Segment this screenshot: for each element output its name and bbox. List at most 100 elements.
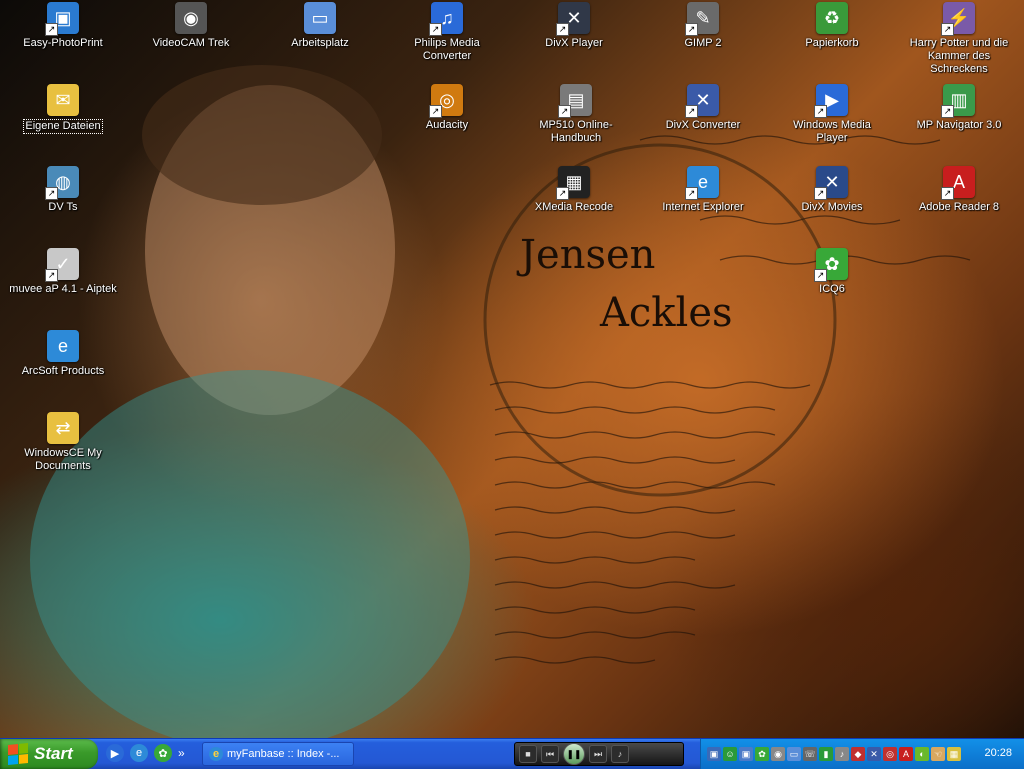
desktop-icon-label: MP510 Online-Handbuch: [539, 119, 613, 144]
game-icon: ⚡ ↗: [941, 2, 975, 36]
desktop-icon-label: ICQ6: [819, 283, 845, 295]
signal-icon[interactable]: ▮: [819, 747, 833, 761]
phone-icon[interactable]: ☏: [803, 747, 817, 761]
desktop-icon[interactable]: ✕ ↗ DivX Converter: [648, 84, 758, 132]
internet-explorer-icon: e ↗: [685, 166, 719, 200]
internet-explorer-icon: e: [47, 330, 79, 362]
desktop-icon[interactable]: ⇄ WindowsCE My Documents: [8, 412, 118, 473]
shortcut-arrow-icon: ↗: [558, 105, 571, 118]
network-icon-2[interactable]: ▣: [739, 747, 753, 761]
desktop-icon-label: Harry Potter und die Kammer des Schrecke…: [909, 37, 1009, 75]
hand-icon[interactable]: ☜: [931, 747, 945, 761]
app-icon[interactable]: ▦: [947, 747, 961, 761]
media-player-icon: ▶ ↗: [814, 84, 848, 118]
desktop-icon[interactable]: ▣ ↗ Easy-PhotoPrint: [8, 2, 118, 50]
clock[interactable]: 20:28: [984, 747, 1012, 759]
security-icon[interactable]: ✕: [867, 747, 881, 761]
desktop-icon-label: DV Ts: [48, 201, 78, 213]
shortcut-arrow-icon: ↗: [685, 187, 698, 200]
divx-movies-icon: ✕ ↗: [814, 166, 848, 200]
shortcut-arrow-icon: ↗: [429, 105, 442, 118]
desktop-icon[interactable]: ▤ ↗ MP510 Online-Handbuch: [521, 84, 631, 145]
acrobat-icon[interactable]: A: [899, 747, 913, 761]
icq-icon[interactable]: ✿: [154, 744, 172, 762]
desktop-icon[interactable]: ⚡ ↗ Harry Potter und die Kammer des Schrec…: [904, 2, 1014, 76]
desktop-icon-label: Audacity: [425, 119, 469, 131]
shortcut-arrow-icon: ↗: [45, 23, 58, 36]
play-pause-icon[interactable]: ❚❚: [563, 743, 585, 765]
previous-icon[interactable]: ⏮: [541, 745, 559, 763]
internet-explorer-icon: e: [209, 747, 223, 761]
desktop-icon[interactable]: e ↗ Internet Explorer: [648, 166, 758, 214]
shield-icon[interactable]: ◆: [851, 747, 865, 761]
desktop-icon[interactable]: ▦ ↗ XMedia Recode: [519, 166, 629, 214]
stop-icon[interactable]: ■: [519, 745, 537, 763]
taskbar-button-myfanbase[interactable]: e myFanbase :: Index -...: [202, 742, 354, 766]
desktop-icon[interactable]: A ↗ Adobe Reader 8: [904, 166, 1014, 214]
desktop-icon[interactable]: ◎ ↗ Audacity: [392, 84, 502, 132]
desktop-icon[interactable]: ▥ ↗ MP Navigator 3.0: [904, 84, 1014, 132]
network-icon[interactable]: ▣: [707, 747, 721, 761]
desktop-icon[interactable]: ✿ ↗ ICQ6: [777, 248, 887, 296]
desktop-icon-label: Philips Media Converter: [414, 37, 480, 62]
film-icon: ▦ ↗: [556, 166, 590, 200]
desktop-icon[interactable]: ✓ ↗ muvee aP 4.1 - Aiptek: [8, 248, 118, 296]
next-icon[interactable]: ⏭: [589, 745, 607, 763]
desktop-icon[interactable]: e ArcSoft Products: [8, 330, 118, 378]
desktop-icon[interactable]: ✎ ↗ GIMP 2: [648, 2, 758, 50]
desktop[interactable]: Jensen Ackles ▣ ↗ Easy-PhotoPrint ◉ VideoCAM…: [0, 0, 1024, 738]
volume-icon[interactable]: ♪: [611, 745, 629, 763]
desktop-icon[interactable]: ♫ ↗ Philips Media Converter: [392, 2, 502, 63]
sync-folder-icon: ⇄: [47, 412, 79, 444]
monitor-icon[interactable]: ▭: [787, 747, 801, 761]
wallpaper-title-line1: Jensen: [516, 232, 655, 278]
webcam-icon: ◉: [175, 2, 207, 34]
pdf-icon: A ↗: [941, 166, 975, 200]
desktop-icon-label: Papierkorb: [805, 37, 859, 49]
recycle-bin-icon: ♻: [816, 2, 848, 34]
desktop-icon-label: GIMP 2: [684, 37, 722, 49]
desktop-icon[interactable]: ♻ Papierkorb: [777, 2, 887, 50]
system-tray: ▣ ☺ ▣ ✿ ◉ ▭ ☏ ▮ ♪ ◆ ✕ ◎ A ◐ ☜ ▦ 20:28: [700, 739, 1024, 769]
media-converter-icon: ♫ ↗: [429, 2, 463, 36]
start-label: Start: [34, 744, 73, 763]
internet-explorer-icon[interactable]: e: [130, 744, 148, 762]
nvidia-icon[interactable]: ◐: [915, 747, 929, 761]
muvee-icon: ✓ ↗: [45, 248, 79, 282]
quick-launch: ▶ e ✿ »: [106, 744, 185, 764]
desktop-icon[interactable]: ✕ ↗ DivX Player: [519, 2, 629, 50]
desktop-icon-label: DivX Converter: [665, 119, 741, 131]
tray-icons: ▣ ☺ ▣ ✿ ◉ ▭ ☏ ▮ ♪ ◆ ✕ ◎ A ◐ ☜ ▦: [707, 747, 961, 761]
desktop-icon-label: Internet Explorer: [662, 201, 744, 213]
antivirus-icon[interactable]: ◎: [883, 747, 897, 761]
media-player-toolbar: ■ ⏮ ❚❚ ⏭ ♪: [514, 742, 684, 766]
shortcut-arrow-icon: ↗: [941, 187, 954, 200]
taskbar-button-label: myFanbase :: Index -...: [227, 748, 340, 760]
quick-launch-more-icon[interactable]: »: [178, 744, 185, 764]
messenger-icon[interactable]: ☺: [723, 747, 737, 761]
disc-icon[interactable]: ◉: [771, 747, 785, 761]
photo-print-icon: ▣ ↗: [45, 2, 79, 36]
shortcut-arrow-icon: ↗: [556, 23, 569, 36]
shortcut-arrow-icon: ↗: [941, 105, 954, 118]
shortcut-arrow-icon: ↗: [685, 23, 698, 36]
shortcut-arrow-icon: ↗: [814, 187, 827, 200]
printer-manual-icon: ▤ ↗: [558, 84, 592, 118]
speaker-icon[interactable]: ♪: [835, 747, 849, 761]
desktop-icon-label: Adobe Reader 8: [918, 201, 1000, 213]
desktop-icon[interactable]: ✕ ↗ DivX Movies: [777, 166, 887, 214]
shortcut-arrow-icon: ↗: [814, 269, 827, 282]
icq-tray-icon[interactable]: ✿: [755, 747, 769, 761]
desktop-icon[interactable]: ▶ ↗ Windows Media Player: [777, 84, 887, 145]
media-player-icon[interactable]: ▶: [106, 744, 124, 762]
desktop-icon[interactable]: ◉ VideoCAM Trek: [136, 2, 246, 50]
shortcut-arrow-icon: ↗: [941, 23, 954, 36]
shortcut-arrow-icon: ↗: [685, 105, 698, 118]
desktop-icon-label: Windows Media Player: [793, 119, 871, 144]
desktop-icon[interactable]: ▭ Arbeitsplatz: [265, 2, 375, 50]
desktop-icon[interactable]: ✉ Eigene Dateien: [8, 84, 118, 134]
desktop-icon-label: WindowsCE My Documents: [24, 447, 102, 472]
desktop-icon-label: MP Navigator 3.0: [916, 119, 1002, 131]
start-button[interactable]: Start: [0, 739, 98, 769]
desktop-icon[interactable]: ◍ ↗ DV Ts: [8, 166, 118, 214]
